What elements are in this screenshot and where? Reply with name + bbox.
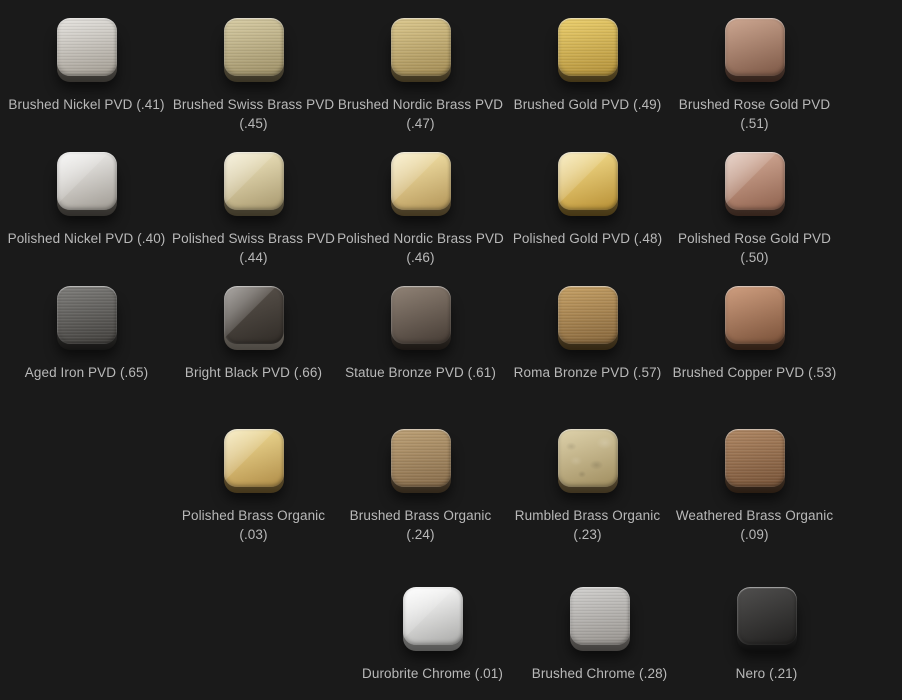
swatch-face: [224, 18, 284, 76]
finish-label: Brushed Chrome (.28): [516, 664, 683, 683]
finish-swatch-nero-21[interactable]: [736, 587, 798, 653]
finish-option-statue-bronze-pvd-61: Statue Bronze PVD (.61): [337, 286, 504, 382]
finish-swatch-brushed-gold-pvd-49[interactable]: [557, 18, 619, 84]
finish-label: Brushed Rose Gold PVD (.51): [671, 95, 838, 133]
finish-label: Nero (.21): [683, 664, 850, 683]
finish-swatch-roma-bronze-pvd-57[interactable]: [557, 286, 619, 352]
finish-swatch-polished-nickel-pvd-40[interactable]: [56, 152, 118, 218]
swatch-face: [391, 152, 451, 210]
finish-option-brushed-swiss-brass-pvd-45: Brushed Swiss Brass PVD (.45): [170, 18, 337, 133]
finish-option-brushed-rose-gold-pvd-51: Brushed Rose Gold PVD (.51): [671, 18, 838, 133]
finish-label: Polished Swiss Brass PVD (.44): [170, 229, 337, 267]
swatch-face: [391, 429, 451, 487]
swatch-face: [403, 587, 463, 645]
finish-label: Polished Gold PVD (.48): [504, 229, 671, 248]
swatch-face: [57, 18, 117, 76]
swatch-face: [391, 286, 451, 344]
swatch-face: [224, 286, 284, 344]
finish-label: Brushed Gold PVD (.49): [504, 95, 671, 114]
finish-label: Brushed Copper PVD (.53): [671, 363, 838, 382]
finish-label: Statue Bronze PVD (.61): [337, 363, 504, 382]
finish-row-1: Brushed Nickel PVD (.41)Brushed Swiss Br…: [3, 18, 838, 133]
swatch-face: [570, 587, 630, 645]
finish-row-4: Polished Brass Organic (.03)Brushed Bras…: [170, 429, 838, 544]
finish-swatch-bright-black-pvd-66[interactable]: [223, 286, 285, 352]
finish-swatch-durobrite-chrome-01[interactable]: [402, 587, 464, 653]
finish-swatch-brushed-copper-pvd-53[interactable]: [724, 286, 786, 352]
finish-option-nero-21: Nero (.21): [683, 587, 850, 683]
finish-label: Polished Brass Organic (.03): [170, 506, 337, 544]
swatch-face: [558, 429, 618, 487]
finish-swatch-statue-bronze-pvd-61[interactable]: [390, 286, 452, 352]
finish-label: Polished Rose Gold PVD (.50): [671, 229, 838, 267]
finish-option-polished-brass-organic-03: Polished Brass Organic (.03): [170, 429, 337, 544]
swatch-face: [558, 18, 618, 76]
finish-label: Brushed Nickel PVD (.41): [3, 95, 170, 114]
finish-swatch-brushed-chrome-28[interactable]: [569, 587, 631, 653]
finish-label: Roma Bronze PVD (.57): [504, 363, 671, 382]
finish-label: Bright Black PVD (.66): [170, 363, 337, 382]
finish-option-polished-nickel-pvd-40: Polished Nickel PVD (.40): [3, 152, 170, 267]
finish-option-brushed-brass-organic-24: Brushed Brass Organic (.24): [337, 429, 504, 544]
swatch-face: [57, 152, 117, 210]
finish-row-5: Durobrite Chrome (.01)Brushed Chrome (.2…: [349, 587, 850, 683]
finish-option-roma-bronze-pvd-57: Roma Bronze PVD (.57): [504, 286, 671, 382]
finish-option-rumbled-brass-organic-23: Rumbled Brass Organic (.23): [504, 429, 671, 544]
swatch-face: [725, 429, 785, 487]
finish-swatch-brushed-rose-gold-pvd-51[interactable]: [724, 18, 786, 84]
swatch-face: [391, 18, 451, 76]
finish-swatch-polished-brass-organic-03[interactable]: [223, 429, 285, 495]
finish-label: Polished Nickel PVD (.40): [3, 229, 170, 248]
finish-label: Weathered Brass Organic (.09): [671, 506, 838, 544]
swatch-face: [224, 429, 284, 487]
finish-label: Brushed Brass Organic (.24): [337, 506, 504, 544]
finish-row-3: Aged Iron PVD (.65)Bright Black PVD (.66…: [3, 286, 838, 382]
finish-option-brushed-chrome-28: Brushed Chrome (.28): [516, 587, 683, 683]
finish-option-polished-rose-gold-pvd-50: Polished Rose Gold PVD (.50): [671, 152, 838, 267]
swatch-face: [224, 152, 284, 210]
finish-option-bright-black-pvd-66: Bright Black PVD (.66): [170, 286, 337, 382]
finish-option-brushed-nordic-brass-pvd-47: Brushed Nordic Brass PVD (.47): [337, 18, 504, 133]
swatch-face: [725, 286, 785, 344]
finish-swatch-brushed-swiss-brass-pvd-45[interactable]: [223, 18, 285, 84]
finish-swatch-brushed-nickel-pvd-41[interactable]: [56, 18, 118, 84]
finish-selection-grid: Brushed Nickel PVD (.41)Brushed Swiss Br…: [0, 0, 902, 700]
finish-label: Brushed Swiss Brass PVD (.45): [170, 95, 337, 133]
swatch-face: [725, 18, 785, 76]
finish-label: Aged Iron PVD (.65): [3, 363, 170, 382]
swatch-face: [737, 587, 797, 645]
finish-row-2: Polished Nickel PVD (.40)Polished Swiss …: [3, 152, 838, 267]
finish-option-polished-swiss-brass-pvd-44: Polished Swiss Brass PVD (.44): [170, 152, 337, 267]
finish-label: Durobrite Chrome (.01): [349, 664, 516, 683]
swatch-face: [558, 152, 618, 210]
finish-option-durobrite-chrome-01: Durobrite Chrome (.01): [349, 587, 516, 683]
finish-swatch-aged-iron-pvd-65[interactable]: [56, 286, 118, 352]
finish-swatch-brushed-nordic-brass-pvd-47[interactable]: [390, 18, 452, 84]
swatch-face: [725, 152, 785, 210]
finish-label: Polished Nordic Brass PVD (.46): [337, 229, 504, 267]
finish-label: Rumbled Brass Organic (.23): [504, 506, 671, 544]
finish-option-brushed-nickel-pvd-41: Brushed Nickel PVD (.41): [3, 18, 170, 133]
finish-option-polished-gold-pvd-48: Polished Gold PVD (.48): [504, 152, 671, 267]
finish-option-aged-iron-pvd-65: Aged Iron PVD (.65): [3, 286, 170, 382]
finish-swatch-polished-rose-gold-pvd-50[interactable]: [724, 152, 786, 218]
finish-swatch-weathered-brass-organic-09[interactable]: [724, 429, 786, 495]
finish-swatch-polished-swiss-brass-pvd-44[interactable]: [223, 152, 285, 218]
finish-option-brushed-gold-pvd-49: Brushed Gold PVD (.49): [504, 18, 671, 133]
finish-swatch-brushed-brass-organic-24[interactable]: [390, 429, 452, 495]
finish-option-brushed-copper-pvd-53: Brushed Copper PVD (.53): [671, 286, 838, 382]
finish-swatch-rumbled-brass-organic-23[interactable]: [557, 429, 619, 495]
swatch-face: [57, 286, 117, 344]
finish-option-polished-nordic-brass-pvd-46: Polished Nordic Brass PVD (.46): [337, 152, 504, 267]
swatch-face: [558, 286, 618, 344]
finish-label: Brushed Nordic Brass PVD (.47): [337, 95, 504, 133]
finish-swatch-polished-gold-pvd-48[interactable]: [557, 152, 619, 218]
finish-swatch-polished-nordic-brass-pvd-46[interactable]: [390, 152, 452, 218]
finish-option-weathered-brass-organic-09: Weathered Brass Organic (.09): [671, 429, 838, 544]
